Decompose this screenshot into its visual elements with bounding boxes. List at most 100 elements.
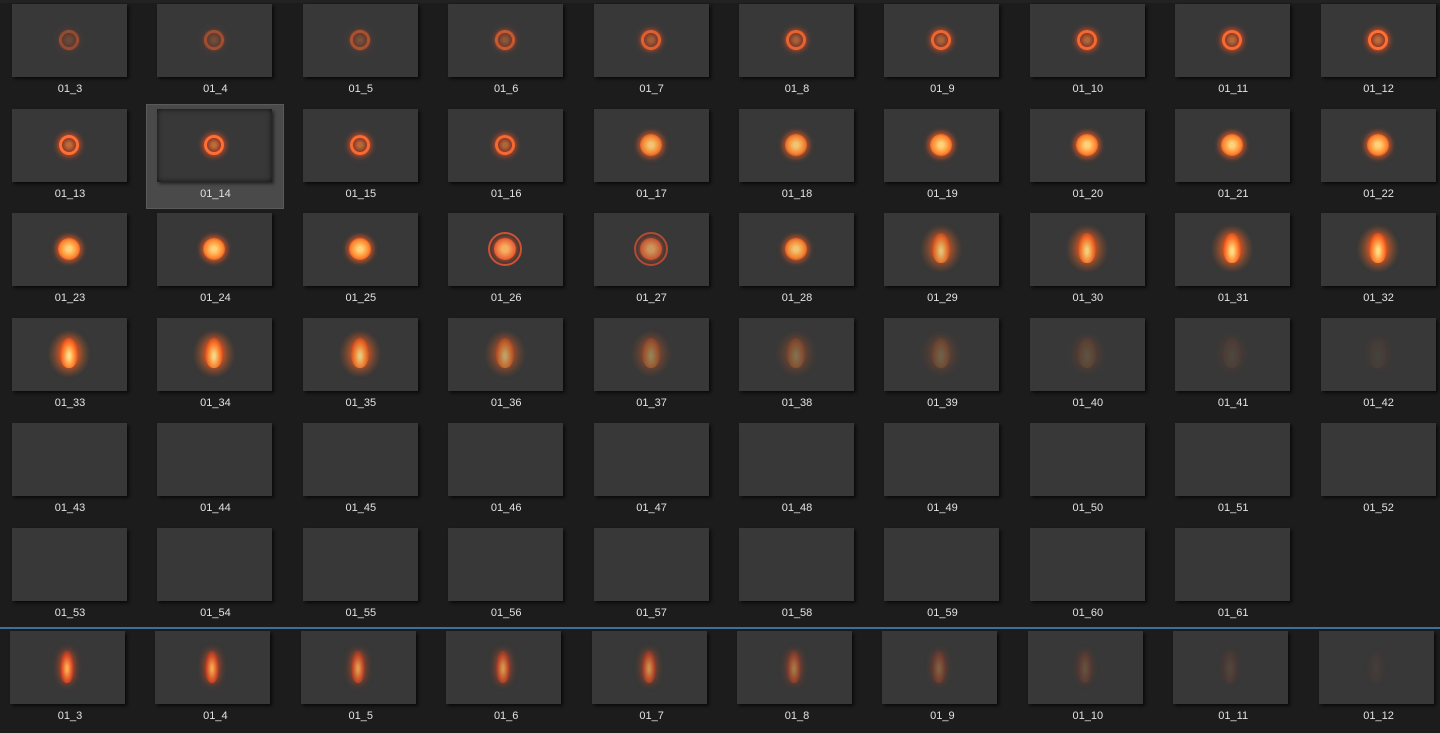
thumbnail-item[interactable]: 01_21	[1165, 105, 1301, 208]
thumbnail-label: 01_61	[1217, 606, 1249, 619]
thumbnail-item[interactable]: 01_45	[293, 419, 429, 522]
thumbnail-label: 01_41	[1217, 397, 1249, 410]
thumbnail-label: 01_6	[493, 83, 519, 95]
thumbnail-item[interactable]: 01_42	[1311, 314, 1440, 417]
thumbnail-item[interactable]: 01_61	[1165, 524, 1301, 627]
fx-flame	[1368, 338, 1387, 369]
thumbnail-item[interactable]: 01_34	[147, 314, 283, 417]
thumbnail-item[interactable]: 01_48	[729, 419, 865, 522]
thumbnail-item[interactable]: 01_59	[874, 524, 1010, 627]
fx-flame	[1223, 338, 1242, 369]
thumbnail-item[interactable]: 01_7	[584, 0, 720, 103]
thumbnail-label: 01_60	[1072, 606, 1104, 619]
thumbnail-item[interactable]: 01_52	[1311, 419, 1440, 522]
thumbnail-image	[593, 318, 709, 392]
thumbnail-item[interactable]: 01_9	[874, 627, 1010, 730]
thumbnail-item[interactable]: 01_18	[729, 105, 865, 208]
thumbnail-image	[739, 318, 854, 392]
thumbnail-item[interactable]: 01_10	[1020, 0, 1156, 103]
thumbnail-label: 01_8	[784, 710, 810, 722]
thumbnail-item[interactable]: 01_5	[293, 627, 429, 730]
thumbnail-item[interactable]: 01_47	[584, 419, 720, 522]
thumbnail-item[interactable]: 01_54	[147, 524, 283, 627]
thumbnail-label: 01_52	[1363, 501, 1394, 514]
thumbnail-item[interactable]: 01_60	[1020, 524, 1156, 627]
thumbnail-item[interactable]: 01_50	[1020, 419, 1156, 522]
thumbnail-item[interactable]: 01_32	[1311, 209, 1440, 312]
thumbnail-item[interactable]: 01_17	[584, 105, 720, 208]
thumbnail-item[interactable]: 01_33	[2, 314, 138, 417]
thumbnail-label: 01_25	[345, 292, 377, 305]
thumbnail-item[interactable]: 01_22	[1311, 105, 1440, 208]
thumbnail-item[interactable]: 01_26	[438, 209, 574, 312]
thumbnail-label: 01_13	[54, 187, 86, 200]
thumbnail-item[interactable]: 01_28	[729, 209, 865, 312]
thumbnail-item[interactable]: 01_37	[584, 314, 720, 417]
fx-ring	[59, 134, 79, 155]
thumbnail-label: 01_8	[784, 83, 810, 95]
thumbnail-item[interactable]: 01_51	[1165, 419, 1301, 522]
thumbnail-image	[12, 318, 127, 392]
thumbnail-viewer: 01_3 01_4 01_5 01_6 01_7 01_8 01_9 01_10…	[0, 0, 1440, 733]
thumbnail-item[interactable]: 01_6	[438, 627, 574, 730]
thumbnail-item[interactable]: 01_55	[293, 524, 429, 627]
thumbnail-item[interactable]: 01_39	[874, 314, 1010, 417]
thumbnail-image	[12, 108, 127, 182]
fx-flame	[1368, 233, 1387, 264]
thumbnail-item[interactable]: 01_9	[874, 0, 1010, 103]
thumbnail-item[interactable]: 01_44	[147, 419, 283, 522]
thumbnail-image	[884, 108, 1000, 182]
thumbnail-item[interactable]: 01_23	[2, 209, 138, 312]
thumbnail-item[interactable]: 01_57	[584, 524, 720, 627]
thumbnail-item[interactable]: 01_43	[2, 419, 138, 522]
thumbnail-item[interactable]: 01_11	[1165, 627, 1301, 730]
thumbnail-item[interactable]: 01_8	[729, 0, 865, 103]
thumbnail-item[interactable]: 01_53	[2, 524, 138, 627]
thumbnail-item[interactable]: 01_30	[1020, 209, 1156, 312]
thumbnail-image	[739, 422, 854, 496]
thumbnail-item[interactable]: 01_14	[146, 103, 285, 209]
thumbnail-item[interactable]: 01_12	[1311, 627, 1440, 730]
thumbnail-item[interactable]: 01_5	[293, 0, 429, 103]
thumbnail-label: 01_44	[200, 501, 231, 514]
thumbnail-item[interactable]: 01_12	[1311, 0, 1440, 103]
thumbnail-label: 01_22	[1363, 187, 1394, 200]
thumbnail-image	[157, 4, 273, 77]
thumbnail-item[interactable]: 01_58	[729, 524, 865, 627]
thumbnail-item[interactable]: 01_20	[1020, 105, 1156, 208]
thumbnail-item[interactable]: 01_7	[584, 627, 720, 730]
thumbnail-item[interactable]: 01_46	[438, 419, 574, 522]
thumbnail-image	[739, 108, 854, 182]
thumbnail-item[interactable]: 01_3	[2, 0, 138, 103]
thumbnail-item[interactable]: 01_49	[874, 419, 1010, 522]
thumbnail-item[interactable]: 01_24	[147, 209, 283, 312]
thumbnail-item[interactable]: 01_27	[584, 209, 720, 312]
thumbnail-item[interactable]: 01_16	[438, 105, 574, 208]
thumbnail-item[interactable]: 01_19	[874, 105, 1010, 208]
thumbnail-item[interactable]: 01_31	[1165, 209, 1301, 312]
thumbnail-item[interactable]: 01_38	[729, 314, 865, 417]
thumbnail-item[interactable]: 01_15	[293, 105, 429, 208]
thumbnail-label: 01_7	[639, 83, 664, 95]
thumbnail-image	[591, 631, 707, 704]
fx-ring	[1076, 30, 1097, 50]
thumbnail-image	[1029, 422, 1145, 496]
thumbnail-item[interactable]: 01_4	[147, 0, 283, 103]
thumbnail-item[interactable]: 01_10	[1020, 627, 1156, 730]
thumbnail-item[interactable]: 01_35	[293, 314, 429, 417]
thumbnail-item[interactable]: 01_36	[438, 314, 574, 417]
thumbnail-item[interactable]: 01_8	[729, 627, 865, 730]
thumbnail-item[interactable]: 01_6	[438, 0, 574, 103]
thumbnail-item[interactable]: 01_25	[293, 209, 429, 312]
thumbnail-item[interactable]: 01_29	[874, 209, 1010, 312]
thumbnail-item[interactable]: 01_4	[147, 627, 283, 730]
thumbnail-item[interactable]: 01_3	[2, 627, 138, 730]
fx-ring	[204, 134, 225, 155]
thumbnail-item[interactable]: 01_11	[1165, 0, 1301, 103]
fx-orb	[1366, 133, 1389, 156]
thumbnail-item[interactable]: 01_41	[1165, 314, 1301, 417]
thumbnail-item[interactable]: 01_56	[438, 524, 574, 627]
thumbnail-item[interactable]: 01_13	[2, 105, 138, 208]
thumbnail-item[interactable]: 01_40	[1020, 314, 1156, 417]
thumbnail-image	[739, 213, 854, 287]
